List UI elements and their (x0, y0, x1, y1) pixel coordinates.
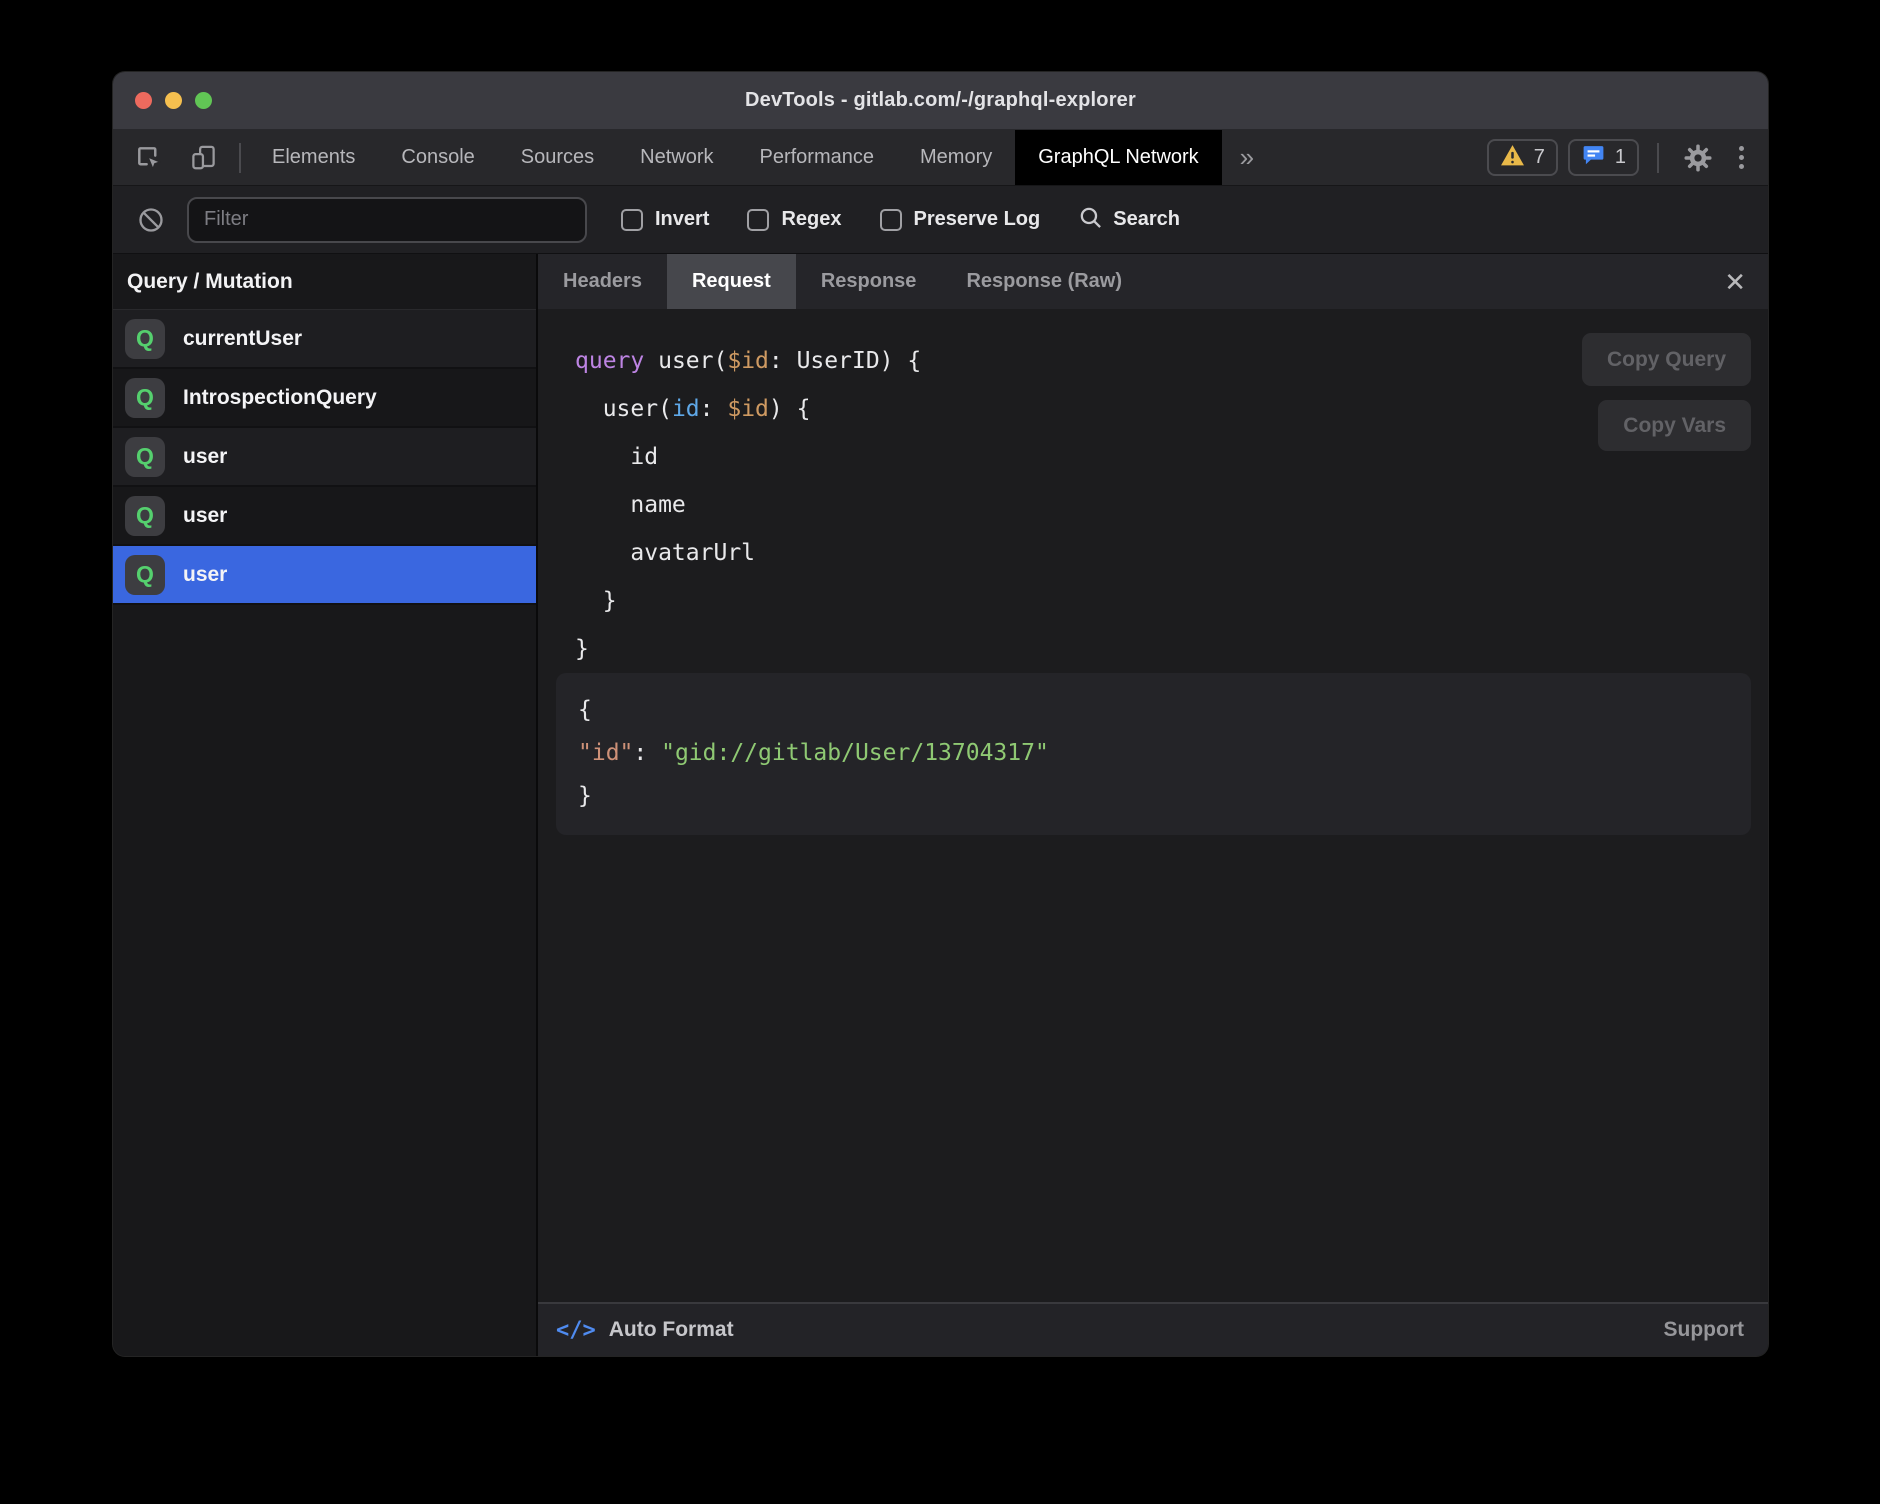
code-segment: "id" (578, 740, 633, 766)
menu-kebab-icon[interactable] (1729, 146, 1754, 169)
tab-network[interactable]: Network (617, 130, 736, 185)
tab-request[interactable]: Request (667, 254, 796, 309)
query-type-badge: Q (125, 378, 165, 418)
query-variables-box: { "id": "gid://gitlab/User/13704317" } (556, 673, 1751, 835)
auto-format-button[interactable]: Auto Format (609, 1318, 734, 1342)
copy-vars-button[interactable]: Copy Vars (1598, 400, 1751, 451)
list-item-user-1[interactable]: Q user (113, 428, 536, 487)
support-link[interactable]: Support (1664, 1318, 1744, 1342)
query-name: currentUser (183, 327, 302, 351)
tab-graphql-network[interactable]: GraphQL Network (1015, 130, 1221, 185)
zoom-window-button[interactable] (195, 92, 212, 109)
code-segment: } (575, 636, 589, 662)
code-segment: query (575, 348, 658, 374)
invert-checkbox[interactable] (621, 209, 643, 231)
code-segment: id (672, 396, 700, 422)
tab-memory[interactable]: Memory (897, 130, 1015, 185)
list-item-user-2[interactable]: Q user (113, 487, 536, 546)
code-segment: id (575, 444, 658, 470)
settings-gear-icon[interactable] (1677, 143, 1719, 173)
tab-elements[interactable]: Elements (249, 130, 378, 185)
tab-performance[interactable]: Performance (737, 130, 898, 185)
search-icon (1078, 205, 1103, 235)
issues-badge[interactable]: 1 (1568, 139, 1639, 176)
invert-checkbox-group: Invert (621, 208, 709, 231)
message-icon (1581, 143, 1606, 173)
tab-response-raw[interactable]: Response (Raw) (941, 254, 1147, 309)
search-label: Search (1113, 208, 1180, 231)
copy-query-button[interactable]: Copy Query (1582, 333, 1751, 386)
code-segment: : (633, 740, 661, 766)
query-type-badge: Q (125, 319, 165, 359)
code-segment: "gid://gitlab/User/13704317" (661, 740, 1049, 766)
status-bar: </> Auto Format Support (538, 1302, 1768, 1356)
tab-sources[interactable]: Sources (498, 130, 617, 185)
devtools-toolbar: Elements Console Sources Network Perform… (113, 130, 1768, 186)
tab-headers[interactable]: Headers (538, 254, 667, 309)
regex-checkbox-group: Regex (747, 208, 841, 231)
code-segment: { (578, 697, 592, 723)
message-count: 1 (1615, 146, 1626, 169)
list-item-user-3-selected[interactable]: Q user (113, 546, 536, 605)
inspect-element-icon[interactable] (129, 144, 168, 171)
code-segment: user( (658, 348, 727, 374)
query-name: user (183, 445, 227, 469)
tab-response[interactable]: Response (796, 254, 942, 309)
preserve-log-checkbox-group: Preserve Log (880, 208, 1041, 231)
warnings-badge[interactable]: 7 (1487, 139, 1558, 176)
query-type-badge: Q (125, 496, 165, 536)
list-item-introspectionquery[interactable]: Q IntrospectionQuery (113, 369, 536, 428)
toolbar-divider (239, 143, 241, 173)
detail-tabs: Headers Request Response Response (Raw) … (538, 254, 1768, 309)
traffic-lights (135, 72, 212, 129)
filter-input[interactable] (187, 197, 587, 243)
close-window-button[interactable] (135, 92, 152, 109)
code-segment: $id (727, 348, 769, 374)
code-segment: avatarUrl (575, 540, 755, 566)
device-toolbar-icon[interactable] (184, 144, 223, 171)
code-segment: : UserID) { (769, 348, 921, 374)
preserve-log-checkbox[interactable] (880, 209, 902, 231)
code-segment: user( (575, 396, 672, 422)
title-bar: DevTools - gitlab.com/-/graphql-explorer (113, 72, 1768, 130)
badges-divider (1657, 143, 1659, 173)
query-name: user (183, 504, 227, 528)
preserve-log-label: Preserve Log (914, 208, 1041, 231)
list-item-currentuser[interactable]: Q currentUser (113, 310, 536, 369)
code-segment: : (700, 396, 728, 422)
warning-count: 7 (1534, 146, 1545, 169)
query-name: user (183, 563, 227, 587)
more-tabs-icon[interactable]: » (1222, 130, 1272, 185)
query-type-badge: Q (125, 437, 165, 477)
sidebar-header: Query / Mutation (113, 254, 536, 310)
minimize-window-button[interactable] (165, 92, 182, 109)
code-segment: $id (727, 396, 769, 422)
query-variables-code: { "id": "gid://gitlab/User/13704317" } (578, 689, 1049, 818)
request-query-code: query user($id: UserID) { user(id: $id) … (575, 337, 921, 673)
clear-block-icon[interactable] (131, 206, 171, 234)
regex-checkbox[interactable] (747, 209, 769, 231)
query-list-sidebar: Query / Mutation Q currentUser Q Introsp… (113, 254, 538, 1356)
code-segment: } (575, 588, 617, 614)
query-name: IntrospectionQuery (183, 386, 377, 410)
invert-label: Invert (655, 208, 709, 231)
close-panel-icon[interactable]: ✕ (1702, 269, 1768, 295)
query-type-badge: Q (125, 555, 165, 595)
code-brackets-icon: </> (556, 1318, 596, 1343)
code-segment: ) { (769, 396, 811, 422)
request-panel-body: query user($id: UserID) { user(id: $id) … (538, 309, 1768, 1302)
code-segment: } (578, 783, 592, 809)
detail-panel: Headers Request Response Response (Raw) … (538, 254, 1768, 1356)
warning-icon (1500, 144, 1525, 172)
window-title: DevTools - gitlab.com/-/graphql-explorer (745, 89, 1136, 112)
code-segment: name (575, 492, 686, 518)
search-button[interactable]: Search (1078, 205, 1180, 235)
tab-console[interactable]: Console (378, 130, 497, 185)
filter-bar: Invert Regex Preserve Log Search (113, 186, 1768, 254)
devtools-window: DevTools - gitlab.com/-/graphql-explorer… (113, 72, 1768, 1356)
regex-label: Regex (781, 208, 841, 231)
